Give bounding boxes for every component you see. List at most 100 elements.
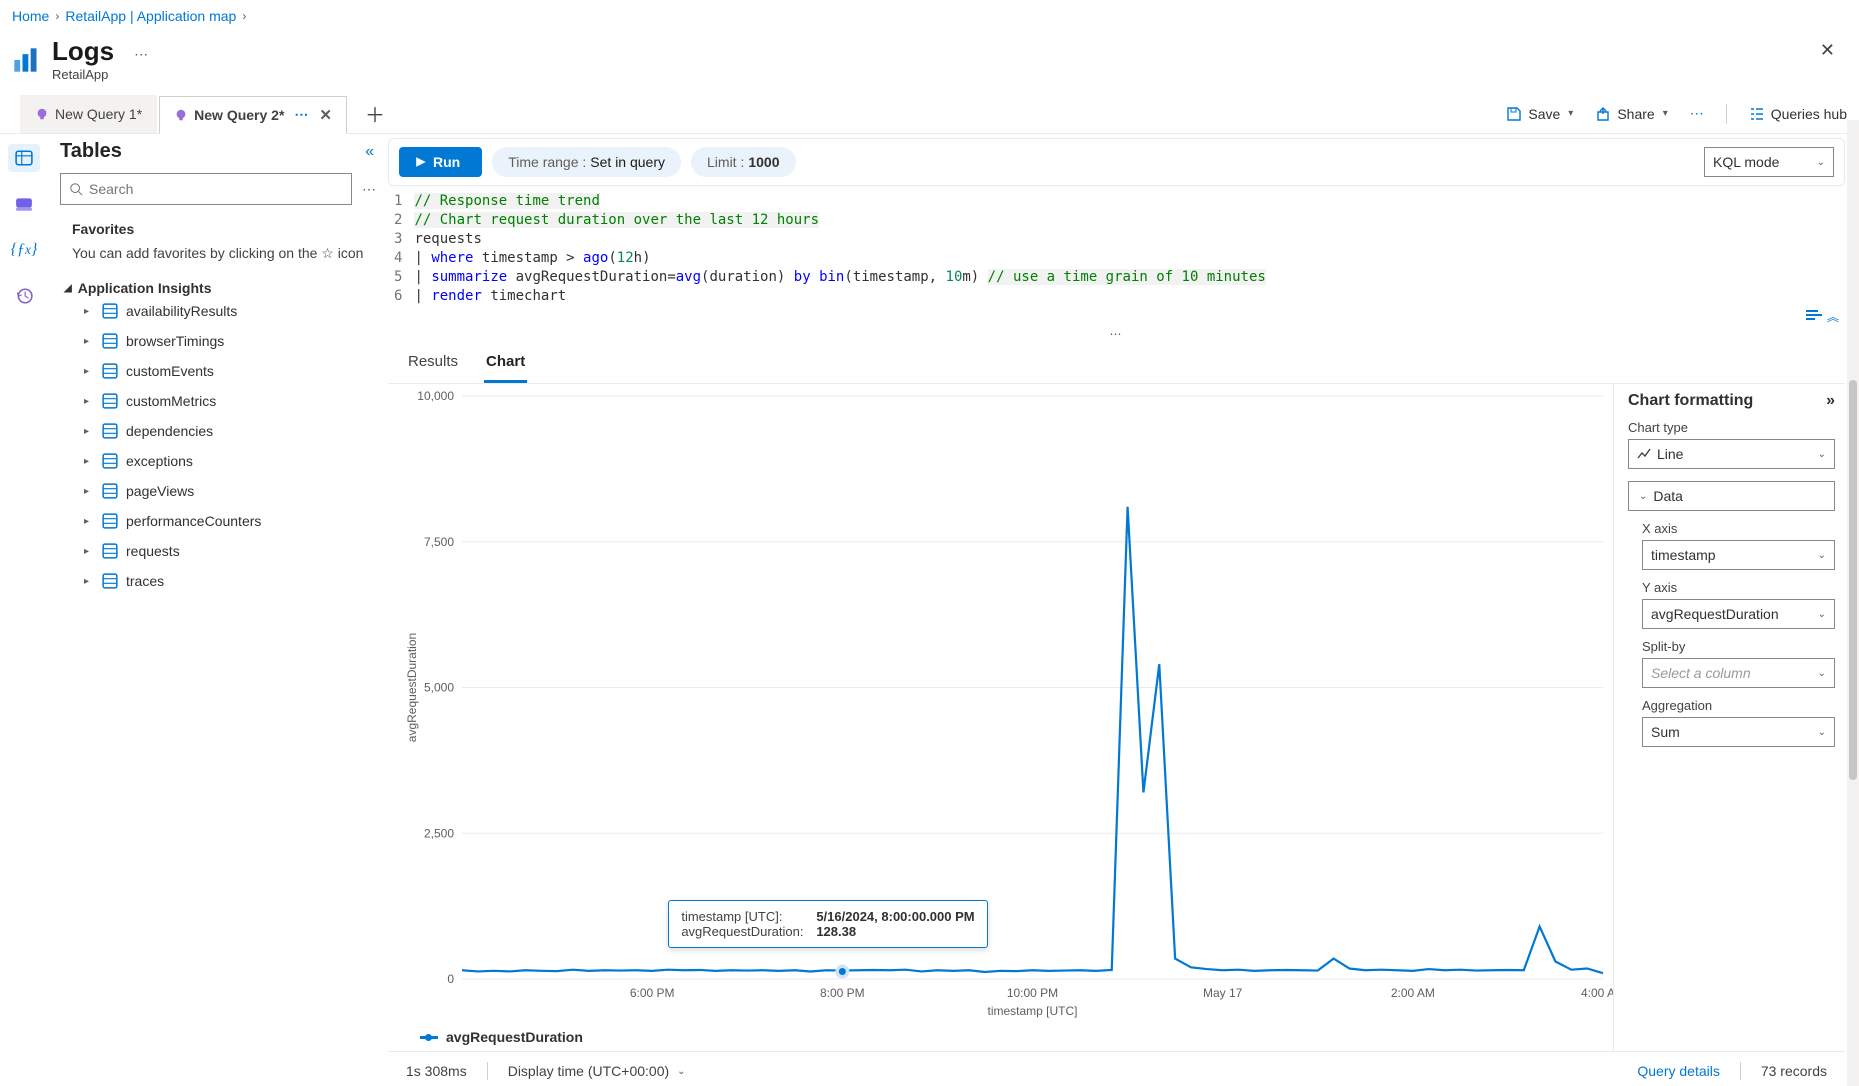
table-icon — [102, 333, 118, 349]
line-chart-icon — [1637, 448, 1651, 460]
breadcrumb-appmap[interactable]: RetailApp | Application map — [65, 8, 236, 24]
fmt-splitby-label: Split-by — [1642, 639, 1835, 654]
status-records: 73 records — [1761, 1063, 1827, 1079]
fmt-splitby-select[interactable]: Select a column⌄ — [1642, 658, 1835, 688]
scrollbar-vertical[interactable] — [1847, 120, 1859, 1086]
svg-text:timestamp [UTC]: timestamp [UTC] — [987, 1004, 1077, 1018]
limit-pill[interactable]: Limit : 1000 — [691, 147, 796, 177]
search-input[interactable] — [60, 173, 352, 205]
tree-item-availabilityResults[interactable]: ▸availabilityResults — [48, 296, 380, 326]
caret-right-icon: ▸ — [84, 576, 94, 587]
status-elapsed: 1s 308ms — [406, 1063, 467, 1079]
queries-hub-button[interactable]: Queries hub — [1749, 106, 1847, 122]
chevron-down-icon: ▾ — [1568, 108, 1573, 119]
rail-queries-icon[interactable] — [8, 190, 40, 218]
more-button[interactable]: ⋯ — [1690, 105, 1704, 122]
collapse-fmt-icon[interactable]: » — [1826, 392, 1835, 410]
caret-right-icon: ▸ — [84, 336, 94, 347]
save-button[interactable]: Save ▾ — [1506, 106, 1573, 122]
display-time-select[interactable]: Display time (UTC+00:00)⌄ — [508, 1063, 686, 1079]
chart-tooltip: timestamp [UTC]:5/16/2024, 8:00:00.000 P… — [668, 900, 987, 948]
svg-text:5,000: 5,000 — [424, 681, 454, 695]
side-title: Tables — [48, 140, 122, 163]
caret-down-icon: ◢ — [64, 283, 72, 294]
chevron-down-icon: ▾ — [1663, 108, 1668, 119]
more-icon[interactable]: ⋯ — [134, 46, 148, 63]
chart-canvas[interactable]: 02,5005,0007,50010,000avgRequestDuration… — [402, 388, 1613, 1021]
table-icon — [102, 423, 118, 439]
tab-close-icon[interactable]: ✕ — [319, 106, 332, 124]
svg-text:8:00 PM: 8:00 PM — [820, 986, 865, 1000]
tree-item-customMetrics[interactable]: ▸customMetrics — [48, 386, 380, 416]
tree-item-dependencies[interactable]: ▸dependencies — [48, 416, 380, 446]
bulb-icon — [174, 108, 188, 122]
fmt-agg-select[interactable]: Sum⌄ — [1642, 717, 1835, 747]
table-icon — [102, 543, 118, 559]
caret-right-icon: ▸ — [84, 306, 94, 317]
fmt-data-section[interactable]: ⌄ Data — [1628, 481, 1835, 511]
tree-item-browserTimings[interactable]: ▸browserTimings — [48, 326, 380, 356]
svg-text:2:00 AM: 2:00 AM — [1391, 986, 1435, 1000]
save-icon — [1506, 106, 1522, 122]
svg-text:May 17: May 17 — [1203, 986, 1243, 1000]
page-subtitle: RetailApp — [52, 67, 114, 82]
fmt-agg-label: Aggregation — [1642, 698, 1835, 713]
svg-text:10,000: 10,000 — [417, 389, 454, 403]
caret-right-icon: ▸ — [84, 456, 94, 467]
fmt-heading: Chart formatting — [1628, 392, 1753, 410]
mode-select[interactable]: KQL mode ⌄ — [1704, 147, 1834, 177]
table-icon — [102, 363, 118, 379]
query-tab-2[interactable]: New Query 2* ⋯ ✕ — [159, 96, 347, 134]
tab-label: New Query 1* — [55, 106, 142, 122]
tree-item-customEvents[interactable]: ▸customEvents — [48, 356, 380, 386]
tree-item-exceptions[interactable]: ▸exceptions — [48, 446, 380, 476]
caret-right-icon: ▸ — [84, 516, 94, 527]
play-icon — [415, 156, 427, 168]
caret-right-icon: ▸ — [84, 486, 94, 497]
tree-item-pageViews[interactable]: ▸pageViews — [48, 476, 380, 506]
breadcrumb: Home › RetailApp | Application map › — [0, 0, 1859, 32]
table-icon — [102, 453, 118, 469]
table-icon — [102, 513, 118, 529]
table-icon — [102, 393, 118, 409]
tab-chart[interactable]: Chart — [484, 347, 527, 383]
chevron-right-icon: › — [242, 9, 246, 23]
svg-text:4:00 AM: 4:00 AM — [1581, 986, 1613, 1000]
close-icon[interactable]: ✕ — [1812, 36, 1843, 65]
tree-item-traces[interactable]: ▸traces — [48, 566, 380, 596]
add-tab-button[interactable]: ＋ — [357, 99, 393, 128]
tree-item-requests[interactable]: ▸requests — [48, 536, 380, 566]
timerange-pill[interactable]: Time range : Set in query — [492, 147, 681, 177]
resize-handle[interactable]: ⋯ — [388, 327, 1845, 341]
svg-text:0: 0 — [447, 972, 454, 986]
caret-right-icon: ▸ — [84, 396, 94, 407]
query-editor[interactable]: 123456 // Response time trend// Chart re… — [388, 186, 1845, 306]
query-details-link[interactable]: Query details — [1637, 1063, 1719, 1079]
run-button[interactable]: Run — [399, 147, 482, 177]
tree-item-performanceCounters[interactable]: ▸performanceCounters — [48, 506, 380, 536]
fmt-charttype-select[interactable]: Line ⌄ — [1628, 439, 1835, 469]
table-icon — [102, 573, 118, 589]
fmt-yaxis-label: Y axis — [1642, 580, 1835, 595]
collapse-panel-icon[interactable]: « — [365, 143, 380, 161]
rail-history-icon[interactable] — [8, 282, 40, 310]
share-button[interactable]: Share ▾ — [1595, 106, 1667, 122]
rail-functions-icon[interactable]: {ƒx} — [8, 236, 40, 264]
chevron-right-icon: › — [55, 9, 59, 23]
search-icon — [69, 182, 83, 196]
tab-more-icon[interactable]: ⋯ — [294, 106, 309, 123]
page-title: Logs — [52, 36, 114, 67]
rail-tables-icon[interactable] — [8, 144, 40, 172]
svg-text:2,500: 2,500 — [424, 826, 454, 840]
search-more-icon[interactable]: ⋯ — [358, 181, 380, 198]
query-tab-1[interactable]: New Query 1* — [20, 95, 157, 133]
caret-right-icon: ▸ — [84, 366, 94, 377]
fmt-yaxis-select[interactable]: avgRequestDuration⌄ — [1642, 599, 1835, 629]
breadcrumb-home[interactable]: Home — [12, 8, 49, 24]
svg-text:7,500: 7,500 — [424, 535, 454, 549]
format-icon[interactable] — [1805, 308, 1823, 322]
tab-results[interactable]: Results — [406, 347, 460, 383]
expand-icon[interactable]: ︽ — [1827, 308, 1839, 325]
tree-group-ai[interactable]: ◢ Application Insights — [64, 280, 380, 296]
fmt-xaxis-select[interactable]: timestamp⌄ — [1642, 540, 1835, 570]
